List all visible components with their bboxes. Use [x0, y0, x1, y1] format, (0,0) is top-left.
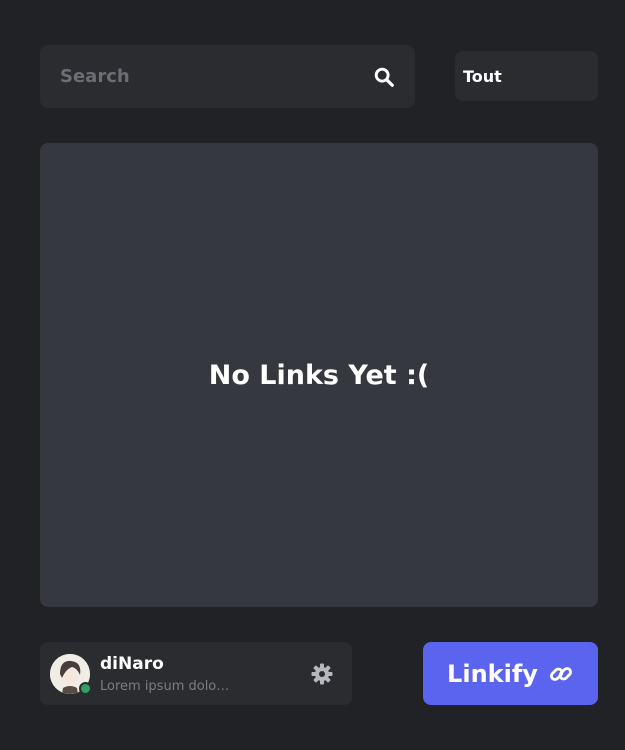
- links-panel: No Links Yet :(: [40, 143, 598, 607]
- avatar[interactable]: [50, 654, 92, 695]
- username: diNaro: [100, 654, 164, 674]
- search-input[interactable]: [60, 66, 373, 87]
- filter-dropdown[interactable]: Tout: [455, 51, 598, 101]
- user-status-text: Lorem ipsum dolor sit amet: [100, 679, 230, 694]
- search-bar[interactable]: [40, 45, 415, 108]
- linkify-button-label: Linkify: [447, 659, 538, 688]
- filter-selected-value: Tout: [463, 66, 502, 86]
- app-root: Tout No Links Yet :( diNaro Lorem ipsum …: [0, 0, 625, 750]
- linkify-button[interactable]: Linkify: [423, 642, 598, 705]
- link-icon: [548, 661, 574, 687]
- search-icon[interactable]: [373, 66, 395, 88]
- empty-state-message: No Links Yet :(: [208, 359, 430, 391]
- online-status-indicator: [79, 682, 92, 695]
- user-panel: diNaro Lorem ipsum dolor sit amet: [40, 642, 352, 705]
- gear-icon[interactable]: [310, 662, 334, 686]
